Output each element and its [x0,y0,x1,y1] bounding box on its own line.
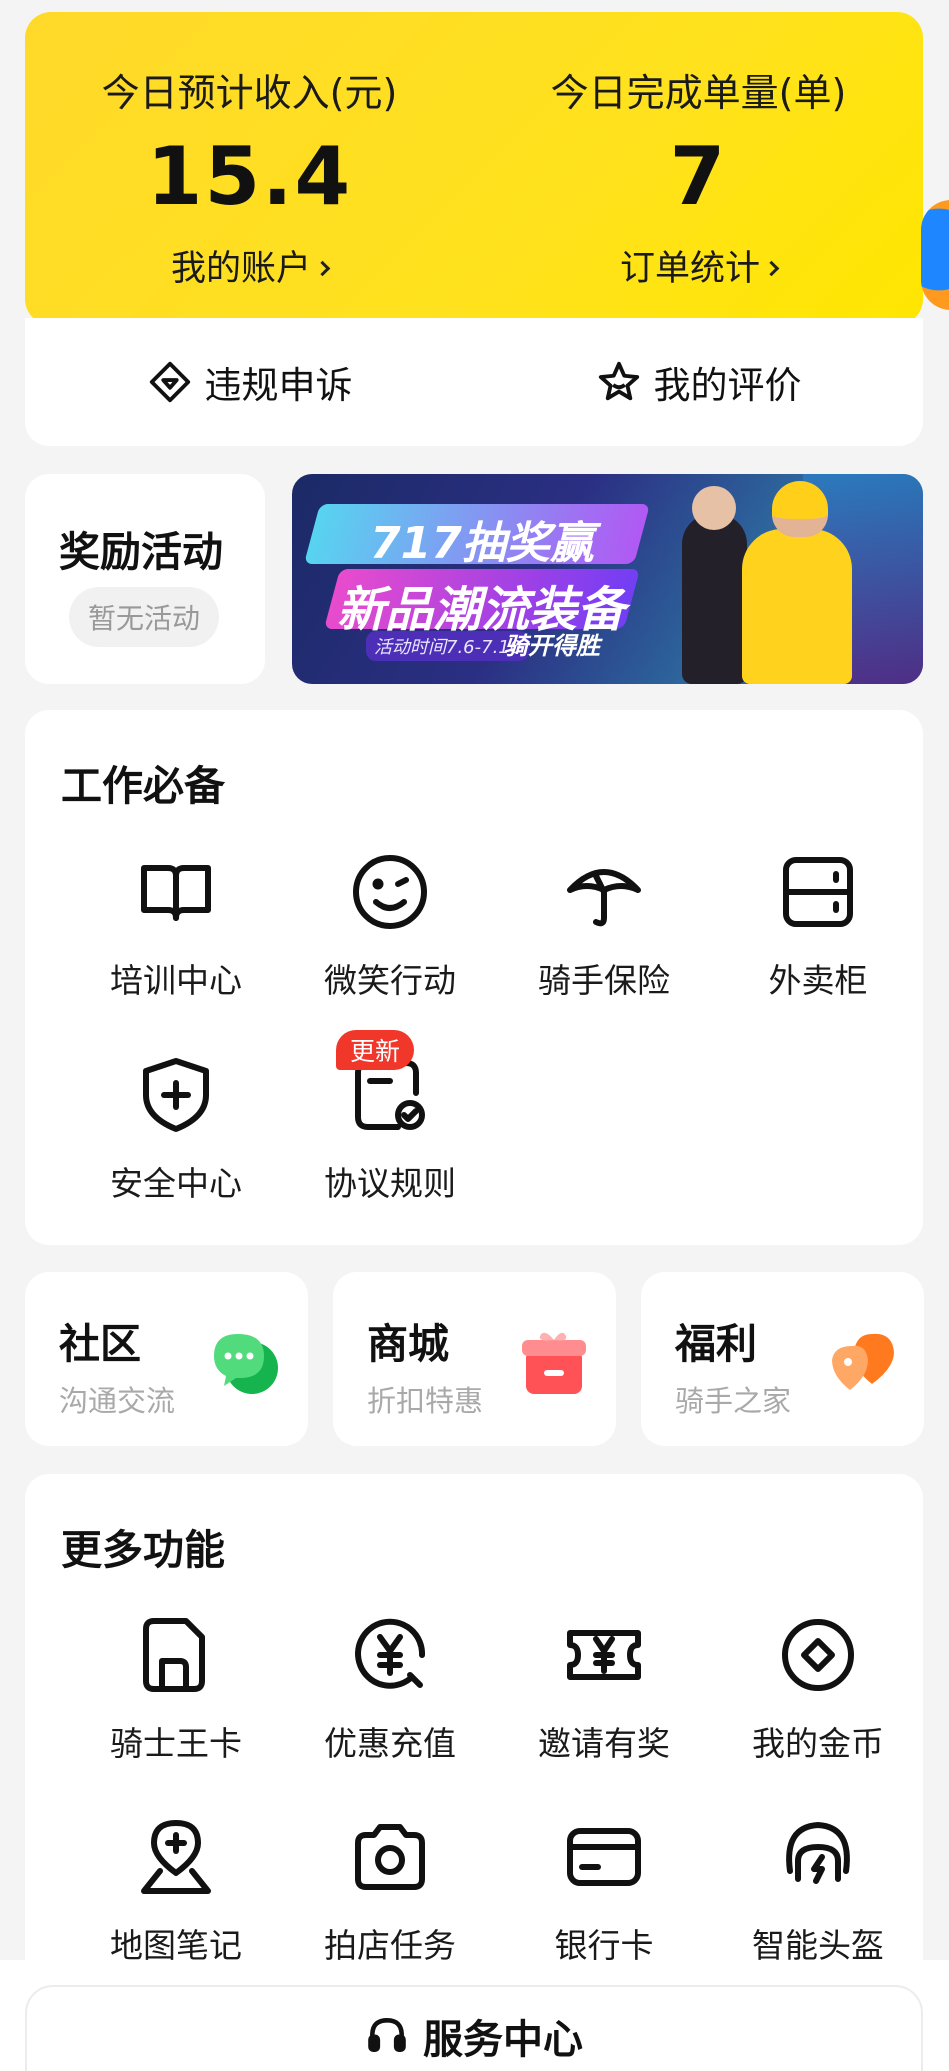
map-notes-item[interactable]: 地图笔记 [69,1817,283,1967]
orders-stat: 今日完成单量(单) 7 订单统计 [474,12,923,325]
order-stats-label: 订单统计 [619,249,760,289]
food-locker-label: 外卖柜 [768,961,868,1000]
mall-subtitle: 折扣特惠 [367,1384,484,1418]
earnings-header: 今日预计收入(元) 15.4 我的账户 今日完成单量(单) 7 订单统计 [25,12,923,325]
bank-card-item[interactable]: 银行卡 [497,1817,711,1967]
rider-insurance-label: 骑手保险 [538,961,670,1000]
agreement-rules-item[interactable]: 协议规则 [283,1055,497,1205]
discount-recharge-item[interactable]: 优惠充值 [283,1615,497,1765]
no-activity-pill: 暂无活动 [69,587,219,647]
service-center-label: 服务中心 [423,2017,583,2063]
smile-icon [353,855,427,929]
training-center-item[interactable]: 培训中心 [69,852,283,1002]
community-subtitle: 沟通交流 [59,1384,176,1418]
my-rating-button[interactable]: 我的评价 [474,318,923,446]
gold-coin-icon [782,1619,854,1691]
rewards-card[interactable]: 奖励活动 暂无活动 [25,474,265,684]
income-stat: 今日预计收入(元) 15.4 我的账户 [25,12,474,325]
smile-action-item[interactable]: 微笑行动 [283,852,497,1002]
safety-center-label: 安全中心 [110,1164,242,1203]
my-account-label: 我的账户 [170,249,311,289]
camera-icon [355,1824,425,1890]
ticket-icon [567,1630,641,1680]
mall-title: 商城 [367,1320,449,1368]
book-icon [141,865,211,921]
food-locker-item[interactable]: 外卖柜 [711,852,925,1002]
more-section-title: 更多功能 [61,1526,225,1574]
locker-icon [783,857,853,927]
training-center-label: 培训中心 [110,961,242,1000]
headset-icon [368,2018,406,2052]
banner-headline: 717抽奖赢 [370,518,594,569]
shield-plus-icon [143,1058,209,1132]
diamond-flag-icon [149,361,190,403]
knight-sim-item[interactable]: 骑士王卡 [69,1615,283,1765]
smile-action-label: 微笑行动 [324,961,456,1000]
map-pin-icon [141,1820,211,1894]
promo-banner[interactable]: 717抽奖赢 新品潮流装备 活动时间7.6-7.10 骑开得胜 [292,474,923,684]
my-coins-item[interactable]: 我的金币 [711,1615,925,1765]
shop-photo-task-item[interactable]: 拍店任务 [283,1817,497,1967]
community-title: 社区 [59,1320,141,1368]
appeal-button[interactable]: 违规申诉 [25,318,474,446]
welfare-title: 福利 [675,1320,757,1368]
knight-sim-label: 骑士王卡 [110,1724,242,1763]
income-value: 15.4 [146,130,353,223]
community-card[interactable]: 社区 沟通交流 [25,1272,308,1446]
umbrella-icon [567,869,641,927]
discount-recharge-label: 优惠充值 [324,1724,456,1763]
update-badge: 更新 [336,1030,414,1070]
my-rating-label: 我的评价 [653,364,802,407]
floating-assistant-button[interactable] [921,200,949,310]
helmet-icon [786,1822,850,1884]
heart-tag-icon [832,1333,894,1390]
welfare-card[interactable]: 福利 骑手之家 [641,1272,924,1446]
mall-card[interactable]: 商城 折扣特惠 [333,1272,616,1446]
chat-bubble-icon [214,1334,278,1394]
my-account-link[interactable]: 我的账户 [25,240,474,291]
rewards-title: 奖励活动 [59,528,223,576]
chevron-right-icon [763,260,780,277]
welfare-subtitle: 骑手之家 [675,1384,792,1418]
invite-reward-item[interactable]: 邀请有奖 [497,1615,711,1765]
appeal-label: 违规申诉 [204,364,353,407]
banner-slogan: 骑开得胜 [504,632,600,660]
work-section-title: 工作必备 [61,762,225,810]
sim-card-icon [143,1618,205,1692]
banner-model-right [742,481,852,684]
orders-value: 7 [669,130,728,223]
smart-helmet-item[interactable]: 智能头盔 [711,1817,925,1967]
agreement-rules-label: 协议规则 [324,1164,456,1203]
safety-center-item[interactable]: 安全中心 [69,1055,283,1205]
order-stats-link[interactable]: 订单统计 [474,240,923,291]
income-label: 今日预计收入(元) [101,71,398,115]
gift-icon [522,1332,586,1394]
my-coins-label: 我的金币 [752,1724,884,1763]
rider-insurance-item[interactable]: 骑手保险 [497,852,711,1002]
bank-card-icon [567,1828,641,1886]
chevron-right-icon [314,260,331,277]
orders-label: 今日完成单量(单) [550,71,847,115]
invite-reward-label: 邀请有奖 [538,1724,670,1763]
star-icon [598,361,639,401]
banner-model-left [682,486,747,684]
yuan-coin-icon [355,1618,426,1689]
work-essentials-card: 工作必备 培训中心 微笑行动 骑手保险 外卖柜 安全中心 协议规则 [25,710,923,1245]
quick-actions-row: 违规申诉 我的评价 [25,318,923,446]
service-center-button[interactable]: 服务中心 [25,1985,923,2071]
